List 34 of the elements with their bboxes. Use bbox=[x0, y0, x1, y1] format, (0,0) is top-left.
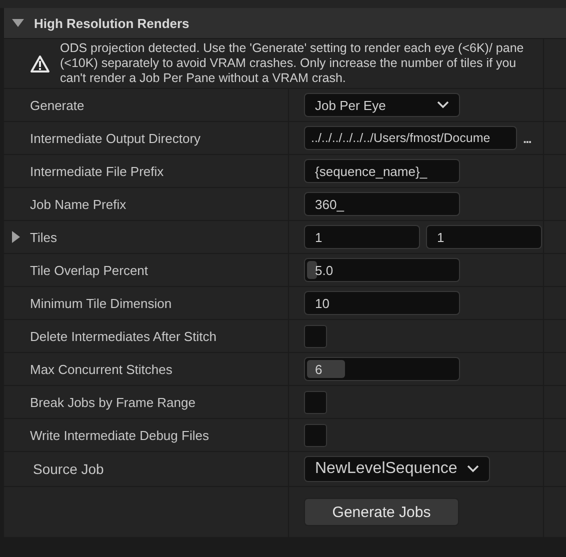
property-label: Delete Intermediates After Stitch bbox=[30, 328, 216, 344]
text-field[interactable]: 10 bbox=[304, 291, 460, 315]
property-label: Minimum Tile Dimension bbox=[30, 296, 172, 310]
property-label: Tiles bbox=[30, 230, 57, 244]
text-field[interactable]: {sequence_name}_ bbox=[304, 159, 460, 183]
dropdown[interactable]: NewLevelSequence bbox=[304, 456, 490, 482]
property-label: Intermediate Output Directory bbox=[30, 130, 201, 146]
chevron-down-icon bbox=[467, 465, 480, 473]
section-title: High Resolution Renders bbox=[34, 16, 190, 30]
generate-jobs-button[interactable]: Generate Jobs bbox=[304, 498, 459, 526]
property-label: Source Job bbox=[33, 461, 104, 477]
number-field[interactable]: 1 bbox=[426, 225, 542, 249]
dropdown[interactable]: Job Per Eye bbox=[304, 93, 460, 117]
property-label: Tile Overlap Percent bbox=[30, 262, 148, 278]
number-field[interactable]: 1 bbox=[304, 225, 420, 249]
property-label: Job Name Prefix bbox=[30, 196, 126, 212]
chevron-down-icon bbox=[437, 101, 449, 109]
browse-button[interactable]: ... bbox=[523, 130, 531, 146]
expand-arrow-icon[interactable] bbox=[12, 231, 20, 243]
warning-icon bbox=[30, 54, 50, 72]
checkbox[interactable] bbox=[304, 390, 327, 414]
property-label: Generate bbox=[30, 98, 84, 112]
property-label: Max Concurrent Stitches bbox=[30, 362, 172, 376]
slider-field[interactable]: 5.0 bbox=[304, 258, 460, 282]
text-field[interactable]: 360_ bbox=[304, 192, 460, 216]
property-label: Write Intermediate Debug Files bbox=[30, 428, 209, 442]
checkbox[interactable] bbox=[304, 424, 327, 446]
property-label: Intermediate File Prefix bbox=[30, 164, 164, 178]
slider-field[interactable]: 6 bbox=[304, 357, 460, 381]
property-label: Break Jobs by Frame Range bbox=[30, 394, 196, 410]
collapse-arrow-icon[interactable] bbox=[12, 19, 24, 27]
path-field[interactable]: ../../../../../../Users/fmost/Docume bbox=[304, 126, 517, 150]
checkbox[interactable] bbox=[304, 324, 327, 348]
warning-message: ODS projection detected. Use the 'Generate' setting to render each eye (<6K)/ pane (<10K) separately to avoid VRAM crashes. Only increase the number of tiles if you can't render a Job Per Pane without a VRAM crash. bbox=[60, 41, 525, 86]
